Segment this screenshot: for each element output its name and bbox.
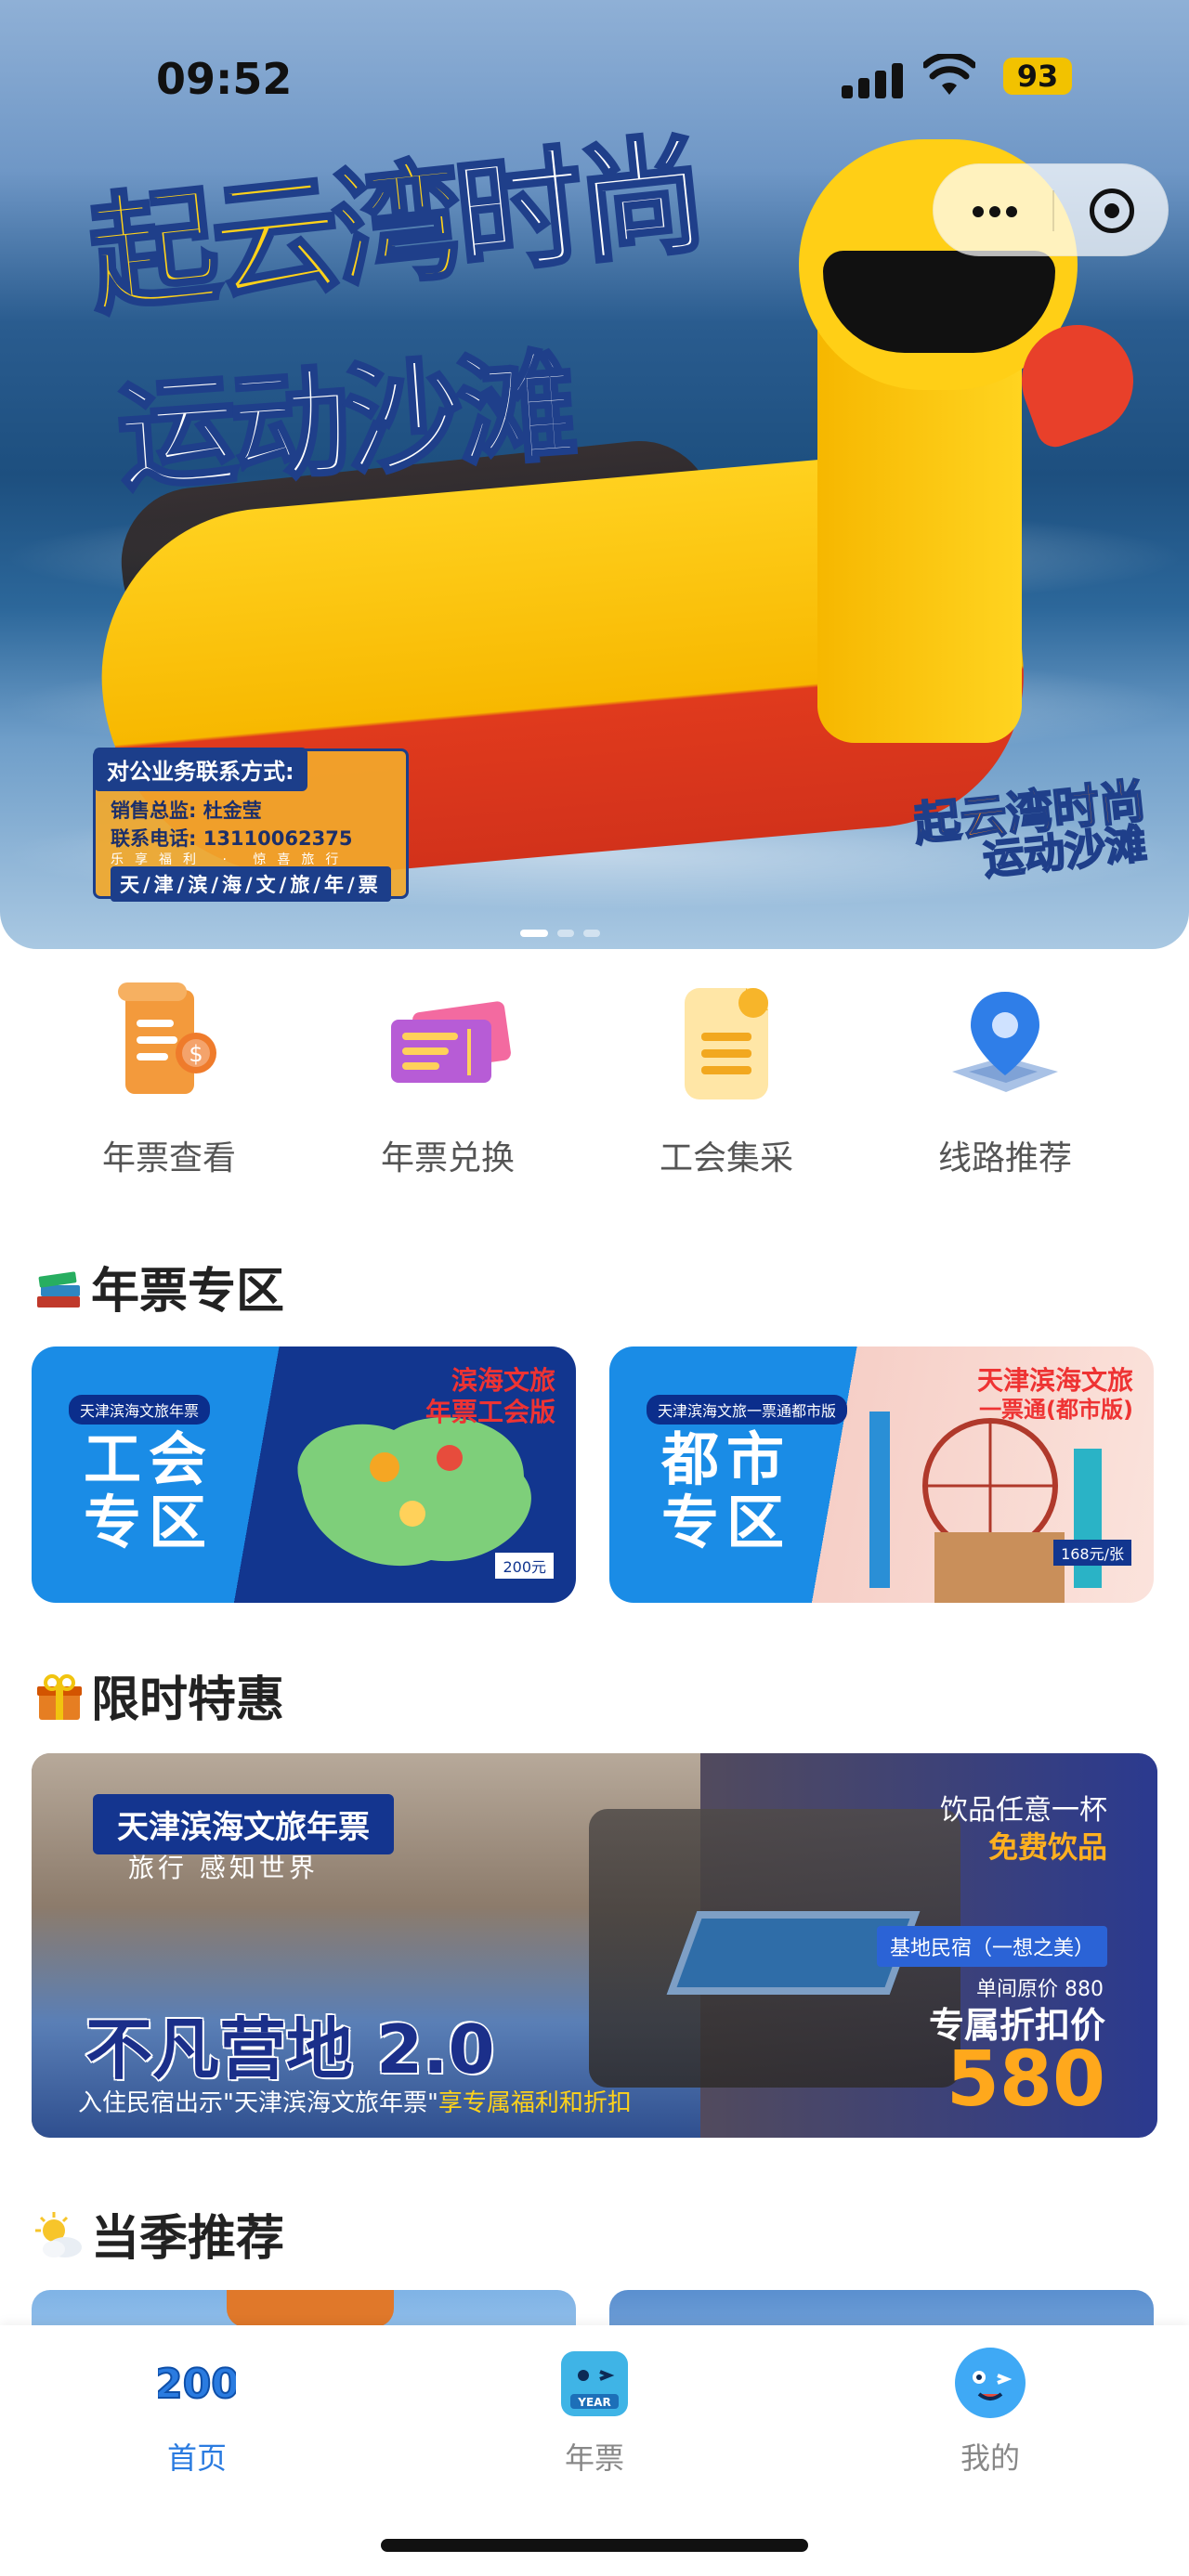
section-title-seasonal: 当季推荐 (33, 2199, 284, 2269)
tab-label: 我的 (960, 2440, 1020, 2476)
status-time: 09:52 (156, 54, 293, 104)
svg-text:$: $ (189, 1041, 203, 1067)
signal-icon (842, 61, 905, 98)
season-card-1-roof (227, 2290, 394, 2327)
status-bar: 09:52 93 (0, 48, 1189, 104)
home-indicator (381, 2539, 808, 2552)
quick-item-label: 工会集采 (659, 1139, 793, 1177)
more-icon[interactable] (973, 203, 1023, 221)
section-title-annual-zone: 年票专区 (33, 1252, 284, 1321)
document-icon (657, 975, 796, 1114)
zone-title: 都市 专区 (661, 1425, 792, 1557)
battery-icon: 93 (1003, 58, 1072, 95)
svg-text:200: 200 (158, 2361, 236, 2408)
promo-discount-price: 580 (946, 2036, 1105, 2124)
svg-text:YEAR: YEAR (577, 2396, 610, 2409)
books-icon (37, 1271, 80, 1308)
zone-price: 168元/张 (1053, 1540, 1131, 1566)
promo-location: 基地民宿（一想之美） (876, 1926, 1107, 1967)
sun-cloud-icon (35, 2212, 82, 2257)
quick-nav: $ 年票查看 年票兑换 工会集采 线路推荐 (0, 966, 1189, 1189)
zone-card-union[interactable]: 天津滨海文旅年票 工会 专区 滨海文旅 年票工会版 200元 (32, 1347, 576, 1603)
zone-edition: 天津滨海文旅 一票通(都市版) (976, 1365, 1133, 1423)
zone-price: 200元 (495, 1553, 554, 1579)
quick-item-union-purchase[interactable]: 工会集采 (587, 975, 866, 1179)
home-200-icon: 200 (153, 2344, 241, 2422)
zone-title: 工会 专区 (84, 1425, 215, 1557)
quick-item-label: 年票兑换 (380, 1139, 515, 1177)
promo-badge: 天津滨海文旅年票 (93, 1794, 394, 1854)
contact-manager: 销售总监: 杜金莹 (111, 800, 262, 822)
tab-label: 年票 (564, 2440, 624, 2476)
year-ticket-icon: YEAR (555, 2344, 634, 2422)
zone-tag: 天津滨海文旅年票 (69, 1395, 211, 1425)
miniapp-capsule[interactable] (933, 163, 1169, 256)
map-pin-icon (935, 975, 1075, 1114)
tab-label: 首页 (166, 2440, 227, 2476)
quick-item-view-ticket[interactable]: $ 年票查看 (30, 975, 308, 1179)
hero-subtitle: 运动沙滩 (111, 336, 577, 510)
tab-mine[interactable]: 我的 (897, 2344, 1083, 2478)
wifi-icon (923, 54, 975, 95)
zone-tag: 天津滨海文旅一票通都市版 (647, 1395, 848, 1425)
gift-icon (37, 1674, 82, 1720)
promo-name: 不凡营地 2.0 (85, 2010, 497, 2090)
tab-home[interactable]: 200 首页 (104, 2344, 290, 2478)
tab-annual-ticket[interactable]: YEAR 年票 (502, 2344, 687, 2478)
quick-item-label: 线路推荐 (937, 1139, 1072, 1177)
hero-title: 起云湾时尚 (81, 118, 710, 334)
duck-glasses (823, 251, 1055, 353)
zone-card-city[interactable]: 天津滨海文旅一票通都市版 都市 专区 天津滨海文旅 一票通(都市版) 168元/张 (609, 1347, 1154, 1603)
hero-banner[interactable]: 起云湾时尚 运动沙滩 对公业务联系方式: 销售总监: 杜金莹 联系电话: 131… (0, 0, 1189, 949)
quick-item-redeem-ticket[interactable]: 年票兑换 (308, 975, 587, 1179)
capsule-divider (1052, 190, 1054, 231)
section-title-text: 限时特惠 (91, 1672, 285, 1728)
contact-header: 对公业务联系方式: (94, 748, 307, 791)
ticket-icon (378, 975, 517, 1114)
contact-box: 对公业务联系方式: 销售总监: 杜金莹 联系电话: 13110062375 乐享… (93, 748, 409, 902)
banner-pager (520, 923, 669, 937)
receipt-icon: $ (99, 975, 239, 1114)
quick-item-label: 年票查看 (101, 1139, 236, 1177)
section-title-limited-offer: 限时特惠 (33, 1660, 284, 1730)
close-miniapp-icon[interactable] (1090, 189, 1134, 233)
quick-item-route[interactable]: 线路推荐 (866, 975, 1144, 1179)
zone-edition: 滨海文旅 年票工会版 (425, 1365, 555, 1427)
contact-phone: 联系电话: 13110062375 (111, 827, 353, 850)
section-title-text: 年票专区 (91, 1264, 285, 1320)
promo-tip: 入住民宿出示"天津滨海文旅年票"享专属福利和折扣 (78, 2089, 632, 2117)
contact-slogan: 乐享福利 · 惊喜旅行 (111, 852, 350, 867)
promo-banner[interactable]: 天津滨海文旅年票 旅行 感知世界 不凡营地 2.0 入住民宿出示"天津滨海文旅年… (32, 1753, 1157, 2138)
profile-face-icon (951, 2344, 1029, 2422)
promo-drink-free: 免费饮品 (987, 1829, 1107, 1865)
promo-slogan: 旅行 感知世界 (128, 1853, 319, 1883)
contact-brand: 天/津/滨/海/文/旅/年/票 (111, 866, 391, 902)
section-title-text: 当季推荐 (91, 2211, 285, 2267)
promo-drink: 饮品任意一杯 (940, 1794, 1107, 1827)
